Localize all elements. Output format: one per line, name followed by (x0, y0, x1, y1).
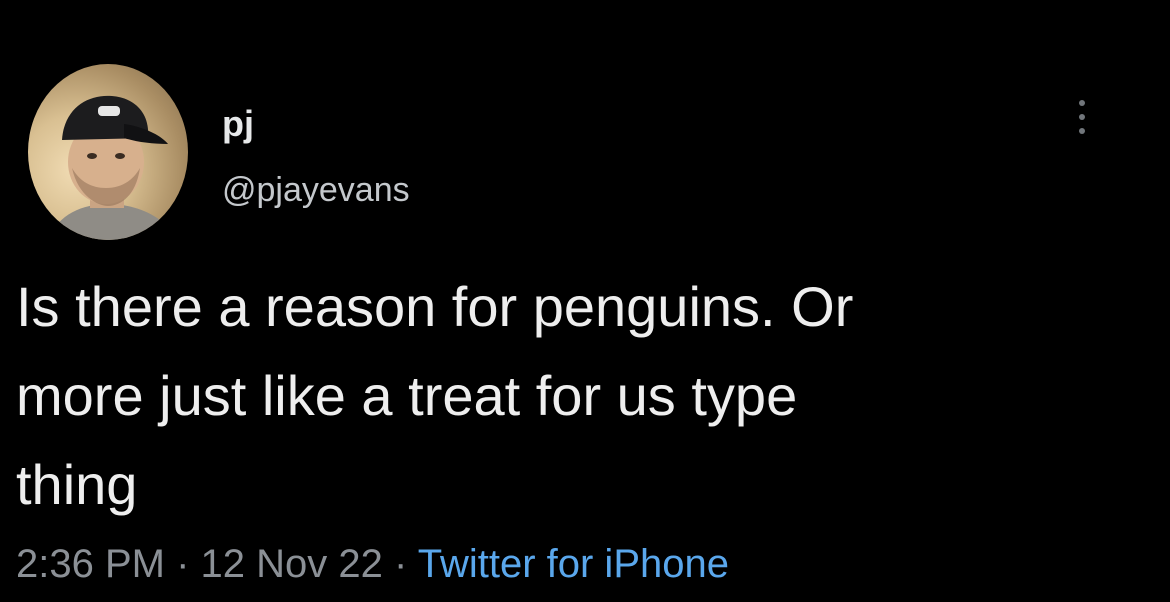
author-handle[interactable]: @pjayevans (222, 170, 410, 210)
tweet-source-link[interactable]: Twitter for iPhone (418, 542, 729, 586)
tweet-date[interactable]: 12 Nov 22 (201, 542, 383, 586)
more-vertical-icon (1079, 128, 1085, 134)
more-options-button[interactable] (1068, 96, 1096, 138)
meta-separator: · (394, 542, 408, 586)
tweet-text: Is there a reason for penguins. Or more … (16, 275, 854, 516)
meta-separator: · (176, 542, 190, 586)
tweet-meta: 2:36 PM · 12 Nov 22 · Twitter for iPhone (16, 540, 729, 588)
more-vertical-icon (1079, 100, 1085, 106)
avatar-photo-icon (48, 95, 178, 240)
tweet-card: pj @pjayevans Is there a reason for peng… (0, 0, 1170, 602)
more-vertical-icon (1079, 114, 1085, 120)
author-display-name[interactable]: pj (222, 104, 254, 144)
avatar[interactable] (28, 64, 188, 240)
tweet-time[interactable]: 2:36 PM (16, 542, 165, 586)
